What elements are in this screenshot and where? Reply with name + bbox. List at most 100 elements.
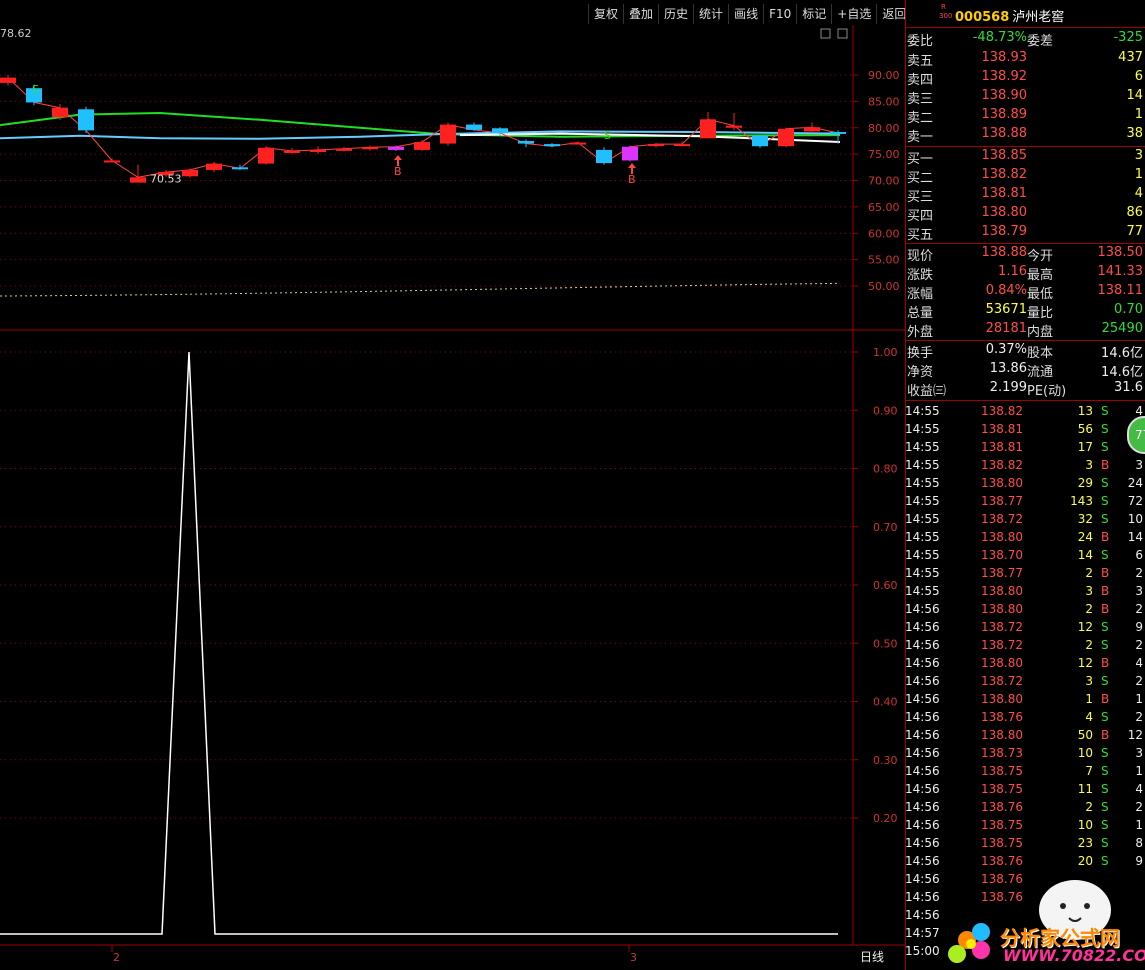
candle-body: [78, 109, 94, 131]
bid-row: 买一 138.85 3: [907, 148, 1143, 167]
tick-row: 14:56 138.80 2 B 2: [905, 602, 1143, 616]
candle-body: [830, 131, 846, 134]
quote-row: 外盘 28181 内盘 25490: [907, 321, 1143, 340]
tick-row: 14:55 138.72 32 S 10: [905, 512, 1143, 526]
tick-row: 14:56 138.75 7 S 1: [905, 764, 1143, 778]
price-tick-label: 85.00: [868, 95, 900, 108]
price-tick-label: 55.00: [868, 254, 900, 267]
tick-row: 14:55 138.77 143 S 72: [905, 494, 1143, 508]
toolbar-button-0[interactable]: 复权: [588, 4, 623, 24]
tick-row: 14:56 138.73 10 S 3: [905, 746, 1143, 760]
tick-row: 14:56 138.76 4 S 2: [905, 710, 1143, 724]
osc-tick-label: 0.50: [873, 637, 898, 650]
price-tick-label: 75.00: [868, 148, 900, 161]
candle-body: [674, 144, 690, 147]
ask-row: 卖一 138.88 38: [907, 126, 1143, 145]
finance-row: 换手 0.37% 股本 14.6亿: [907, 342, 1143, 361]
candle-body: [258, 147, 274, 164]
stock-name: 泸州老窖: [1012, 10, 1065, 25]
watermark-url: WWW.70822.COM: [1003, 946, 1145, 965]
price-tick-label: 70.00: [868, 175, 900, 188]
ask-row: 卖四 138.92 6: [907, 69, 1143, 88]
tick-row: 14:55 138.81 17 S: [905, 440, 1109, 454]
candle-body: [466, 124, 482, 130]
osc-tick-label: 1.00: [873, 346, 898, 359]
tick-row: 14:56 138.80 12 B 4: [905, 656, 1143, 670]
quote-panel: R 300 000568 泸州老窖 委比 -48.73% 委差 -325 卖五 138.93…: [905, 0, 1145, 970]
candle-body: [310, 149, 326, 153]
candle-body: [570, 142, 586, 145]
candle-body: [596, 149, 612, 164]
candle-body: [284, 150, 300, 153]
candle-body: [544, 144, 560, 147]
tick-row: 14:56 138.80 1 B 1: [905, 692, 1143, 706]
quote-row: 涨跌 1.16 最高 141.33: [907, 264, 1143, 283]
finance-row: 净资 13.86 流通 14.6亿: [907, 361, 1143, 380]
candle-body: [700, 119, 716, 139]
candle-body: [648, 144, 664, 147]
toolbar-button-5[interactable]: F10: [763, 4, 796, 24]
osc-tick-label: 0.90: [873, 404, 898, 417]
tick-row: 14:56 138.76 20 S 9: [905, 854, 1143, 868]
tick-row: 14:55 138.80 24 B 14: [905, 530, 1143, 544]
osc-tick-label: 0.60: [873, 579, 898, 592]
flower-icon: [948, 923, 990, 963]
price-tick-label: 90.00: [868, 69, 900, 82]
signal-label: S: [32, 83, 39, 96]
osc-tick-label: 0.40: [873, 696, 898, 709]
tick-row: 14:56 138.75 11 S 4: [905, 782, 1143, 796]
toolbar-button-6[interactable]: 标记: [796, 4, 831, 24]
stock-code: 000568: [955, 10, 1010, 25]
tick-row: 14:55138.8156S1: [905, 422, 1143, 436]
volume-ma-dashed: [0, 282, 841, 297]
tick-row: 14:56 138.75 23 S 8: [905, 836, 1143, 850]
candle-body: [0, 77, 16, 83]
tick-row: 14:55 138.80 3 B 3: [905, 584, 1143, 598]
candle-body: [388, 146, 404, 150]
candle-body: [778, 128, 794, 147]
tick-row: 14:56 138.75 10 S 1: [905, 818, 1143, 832]
toolbar-button-2[interactable]: 历史: [658, 4, 693, 24]
candle-body: [622, 146, 638, 161]
bid-row: 买五 138.79 77: [907, 224, 1143, 243]
tick-row: 14:56 138.72 3 S 2: [905, 674, 1143, 688]
candle-body: [726, 125, 742, 128]
stock-header: 000568 泸州老窖: [955, 6, 1064, 25]
price-tick-label: 50.00: [868, 280, 900, 293]
finance-row: 收益㈢ 2.199 PE(动) 31.6: [907, 380, 1143, 399]
toolbar-button-3[interactable]: 统计: [693, 4, 728, 24]
signal-label: B: [394, 165, 402, 178]
candle-body: [804, 127, 820, 132]
price-tick-label: 60.00: [868, 227, 900, 240]
toolbar-button-1[interactable]: 叠加: [623, 4, 658, 24]
osc-tick-label: 0.80: [873, 463, 898, 476]
candle-body: [336, 148, 352, 151]
candle-body: [752, 135, 768, 147]
candle-body: [492, 128, 508, 134]
quote-row: 涨幅 0.84% 最低 138.11: [907, 283, 1143, 302]
toolbar-button-4[interactable]: 画线: [728, 4, 763, 24]
candle-body: [130, 177, 146, 183]
ask-row: 卖二 138.89 1: [907, 107, 1143, 126]
osc-tick-label: 0.30: [873, 754, 898, 767]
tick-row: 14:55 138.70 14 S 6: [905, 548, 1143, 562]
period-tab-daily[interactable]: 日线: [860, 948, 884, 965]
ask-row: 卖三 138.90 14: [907, 88, 1143, 107]
tick-row: 14:56 138.72 2 S 2: [905, 638, 1143, 652]
window-max-icon: [837, 28, 848, 39]
window-restore-icon: [820, 28, 831, 39]
price-tick-label: 65.00: [868, 201, 900, 214]
signal-label: S: [604, 129, 611, 142]
tick-row: 14:56 138.76 2 S 2: [905, 800, 1143, 814]
chart-toolbar: 复权 叠加 历史 统计 画线 F10 标记 +自选 返回: [588, 4, 911, 24]
ask-row: 卖五 138.93 437: [907, 50, 1143, 69]
candle-body: [414, 141, 430, 150]
ma-white-hidden: [460, 103, 840, 104]
quote-row: 总量 53671 量比 0.70: [907, 302, 1143, 321]
toolbar-button-7[interactable]: +自选: [831, 4, 876, 24]
bid-row: 买二 138.82 1: [907, 167, 1143, 186]
candle-body: [232, 167, 248, 170]
kline-chart[interactable]: 90.00 85.00 80.00 75.00 70.00 65.00 60.00 55.00…: [0, 25, 905, 970]
tick-row: 14:56 138.80 50 B 12: [905, 728, 1143, 742]
quote-row: 现价 138.88 今开 138.50: [907, 245, 1143, 264]
